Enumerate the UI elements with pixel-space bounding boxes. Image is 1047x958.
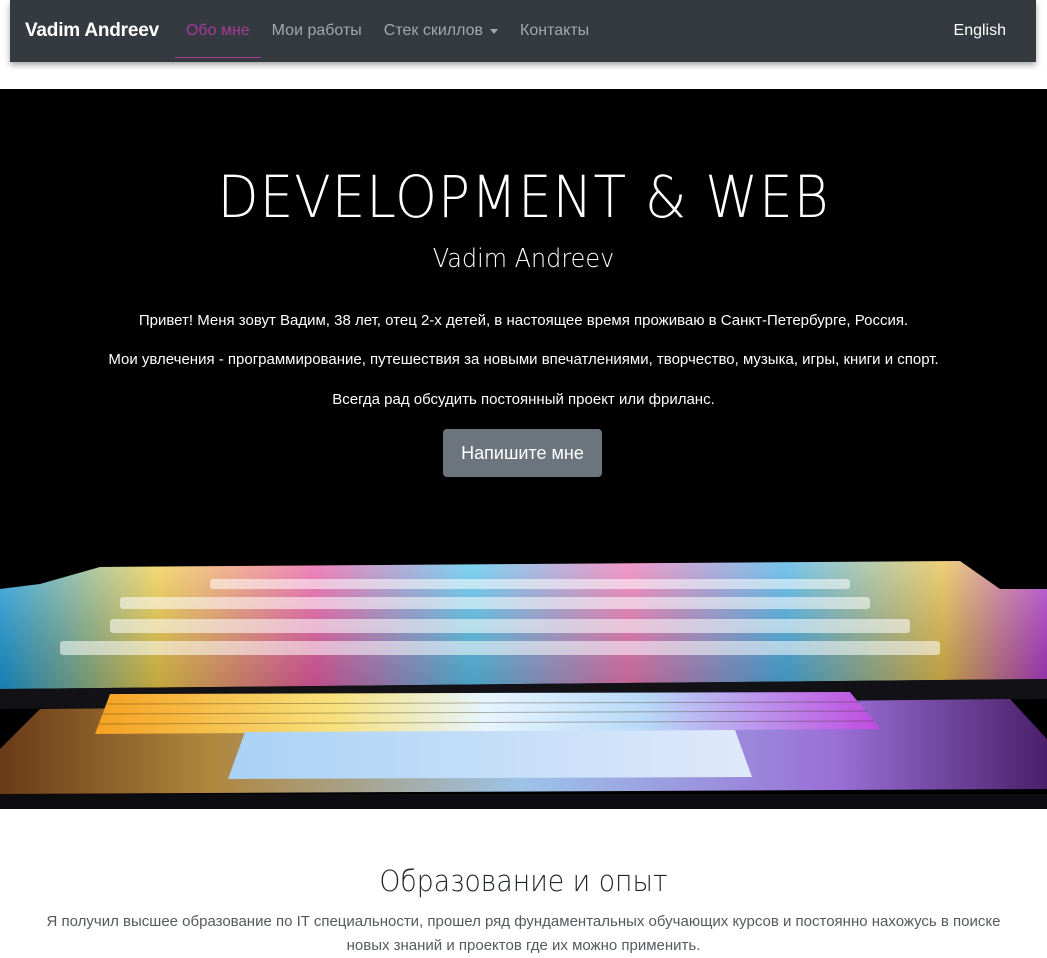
caret-down-icon [490, 28, 499, 34]
nav-link-works[interactable]: Мои работы [261, 5, 373, 57]
nav-link-contacts[interactable]: Контакты [509, 5, 600, 57]
language-switch[interactable]: English [954, 22, 1006, 40]
education-text: Я получил высшее образование по IT специ… [46, 913, 1001, 954]
nav-link-skills-dropdown[interactable]: Стек скиллов [373, 5, 509, 57]
education-title: Образование и опыт [379, 864, 668, 898]
hero-section: DEVELOPMENT & WEB Vadim Andreev Привет! … [0, 89, 1047, 809]
nav-link-skills-label: Стек скиллов [383, 22, 484, 39]
hero-intro-text: Привет! Меня зовут Вадим, 38 лет, отец 2… [138, 312, 909, 329]
hero-subtitle: Vadim Andreev [432, 244, 615, 274]
nav-link-about[interactable]: Обо мне [174, 5, 261, 58]
brand-link[interactable]: Vadim Andreev [25, 20, 159, 42]
hero-hobbies-text: Мои увлечения - программирование, путеше… [108, 351, 939, 368]
hero-freelance-text: Всегда рад обсудить постоянный проект ил… [332, 391, 715, 408]
contact-me-button[interactable]: Напишите мне [443, 429, 602, 477]
top-navbar: Vadim Andreev Обо мне Мои работы Стек ск… [10, 0, 1036, 62]
hero-title: DEVELOPMENT & WEB [217, 163, 830, 231]
